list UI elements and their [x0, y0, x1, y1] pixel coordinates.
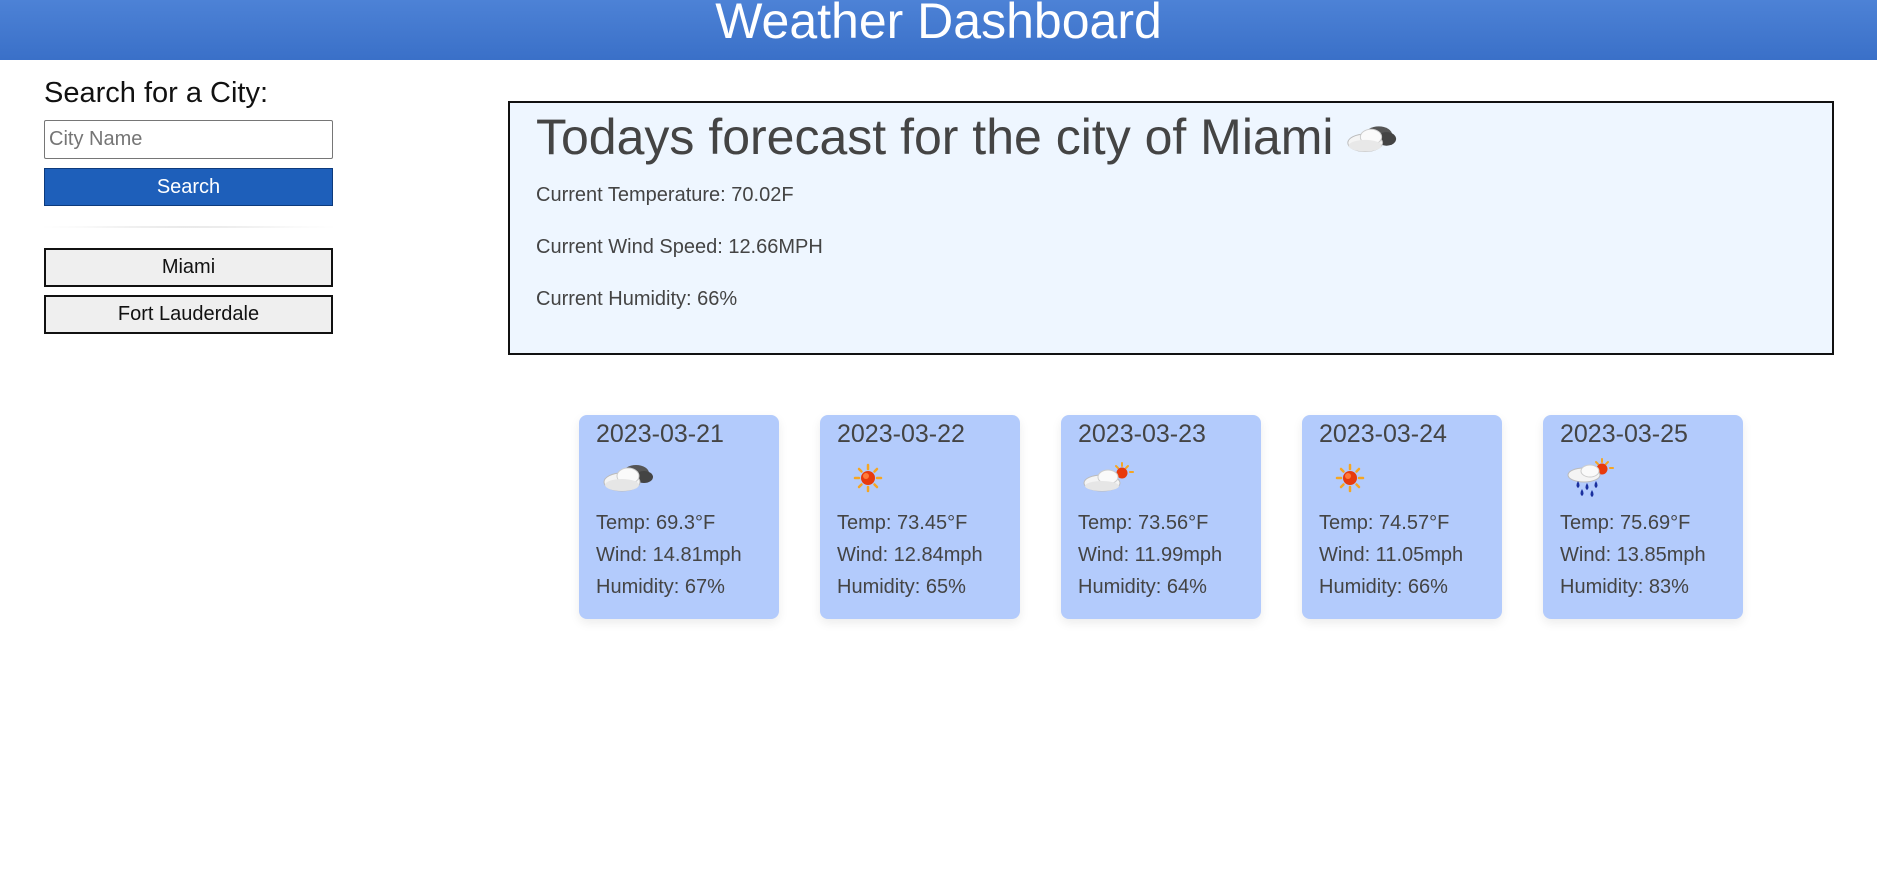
forecast-humidity: Humidity: 83% — [1560, 576, 1689, 598]
forecast-card: 2023-03-22 Temp: 73.45°F Wind: 12.84mph … — [820, 415, 1020, 619]
forecast-humidity: Humidity: 67% — [596, 576, 725, 598]
forecast-temp: Temp: 75.69°F — [1560, 512, 1691, 534]
history-button-fort-lauderdale[interactable]: Fort Lauderdale — [44, 295, 333, 334]
page-title: Weather Dashboard — [715, 0, 1162, 49]
forecast-temp: Temp: 69.3°F — [596, 512, 716, 534]
forecast-humidity: Humidity: 64% — [1078, 576, 1207, 598]
sun-icon — [853, 463, 883, 493]
search-button[interactable]: Search — [44, 168, 333, 206]
forecast-temp: Temp: 74.57°F — [1319, 512, 1450, 534]
sidebar-divider — [44, 226, 333, 228]
current-temperature: Current Temperature: 70.02F — [536, 184, 794, 206]
forecast-date: 2023-03-21 — [596, 420, 724, 448]
forecast-card: 2023-03-25 Temp: 75.69°F Wind: 13.85mph … — [1543, 415, 1743, 619]
overcast-cloud-icon — [1346, 126, 1396, 152]
forecast-wind: Wind: 12.84mph — [837, 544, 983, 566]
city-search-input[interactable] — [44, 120, 333, 159]
forecast-wind: Wind: 14.81mph — [596, 544, 742, 566]
forecast-humidity: Humidity: 66% — [1319, 576, 1448, 598]
forecast-temp: Temp: 73.56°F — [1078, 512, 1209, 534]
history-button-miami[interactable]: Miami — [44, 248, 333, 287]
forecast-wind: Wind: 11.05mph — [1319, 544, 1464, 566]
overcast-cloud-icon — [603, 465, 653, 492]
forecast-humidity: Humidity: 65% — [837, 576, 966, 598]
current-wind-speed: Current Wind Speed: 12.66MPH — [536, 236, 823, 258]
forecast-date: 2023-03-23 — [1078, 420, 1206, 448]
current-weather-heading: Todays forecast for the city of Miami — [536, 109, 1832, 165]
five-day-forecast: 2023-03-21 Temp: 69.3°F Wind: 14.81mph H… — [579, 415, 1743, 619]
forecast-card: 2023-03-24 Temp: 74.57°F Wind: 11.05mph … — [1302, 415, 1502, 619]
current-weather-panel: Todays forecast for the city of Miami Cu… — [508, 101, 1834, 355]
search-sidebar: Search for a City: Search Miami Fort Lau… — [44, 76, 333, 342]
partly-cloudy-icon — [1083, 462, 1134, 492]
forecast-date: 2023-03-24 — [1319, 420, 1447, 448]
search-label: Search for a City: — [44, 77, 269, 109]
sun-icon — [1335, 463, 1365, 493]
forecast-date: 2023-03-25 — [1560, 420, 1688, 448]
current-humidity: Current Humidity: 66% — [536, 288, 738, 310]
forecast-wind: Wind: 11.99mph — [1078, 544, 1223, 566]
forecast-wind: Wind: 13.85mph — [1560, 544, 1706, 566]
current-weather-title: Todays forecast for the city of Miami — [536, 109, 1334, 165]
app-header: Weather Dashboard — [0, 0, 1877, 60]
rain-sun-icon — [1567, 458, 1614, 497]
forecast-card: 2023-03-23 Temp: 73.56°F Wind: 11.99mph … — [1061, 415, 1261, 619]
forecast-card: 2023-03-21 Temp: 69.3°F Wind: 14.81mph H… — [579, 415, 779, 619]
forecast-date: 2023-03-22 — [837, 420, 965, 448]
forecast-temp: Temp: 73.45°F — [837, 512, 968, 534]
